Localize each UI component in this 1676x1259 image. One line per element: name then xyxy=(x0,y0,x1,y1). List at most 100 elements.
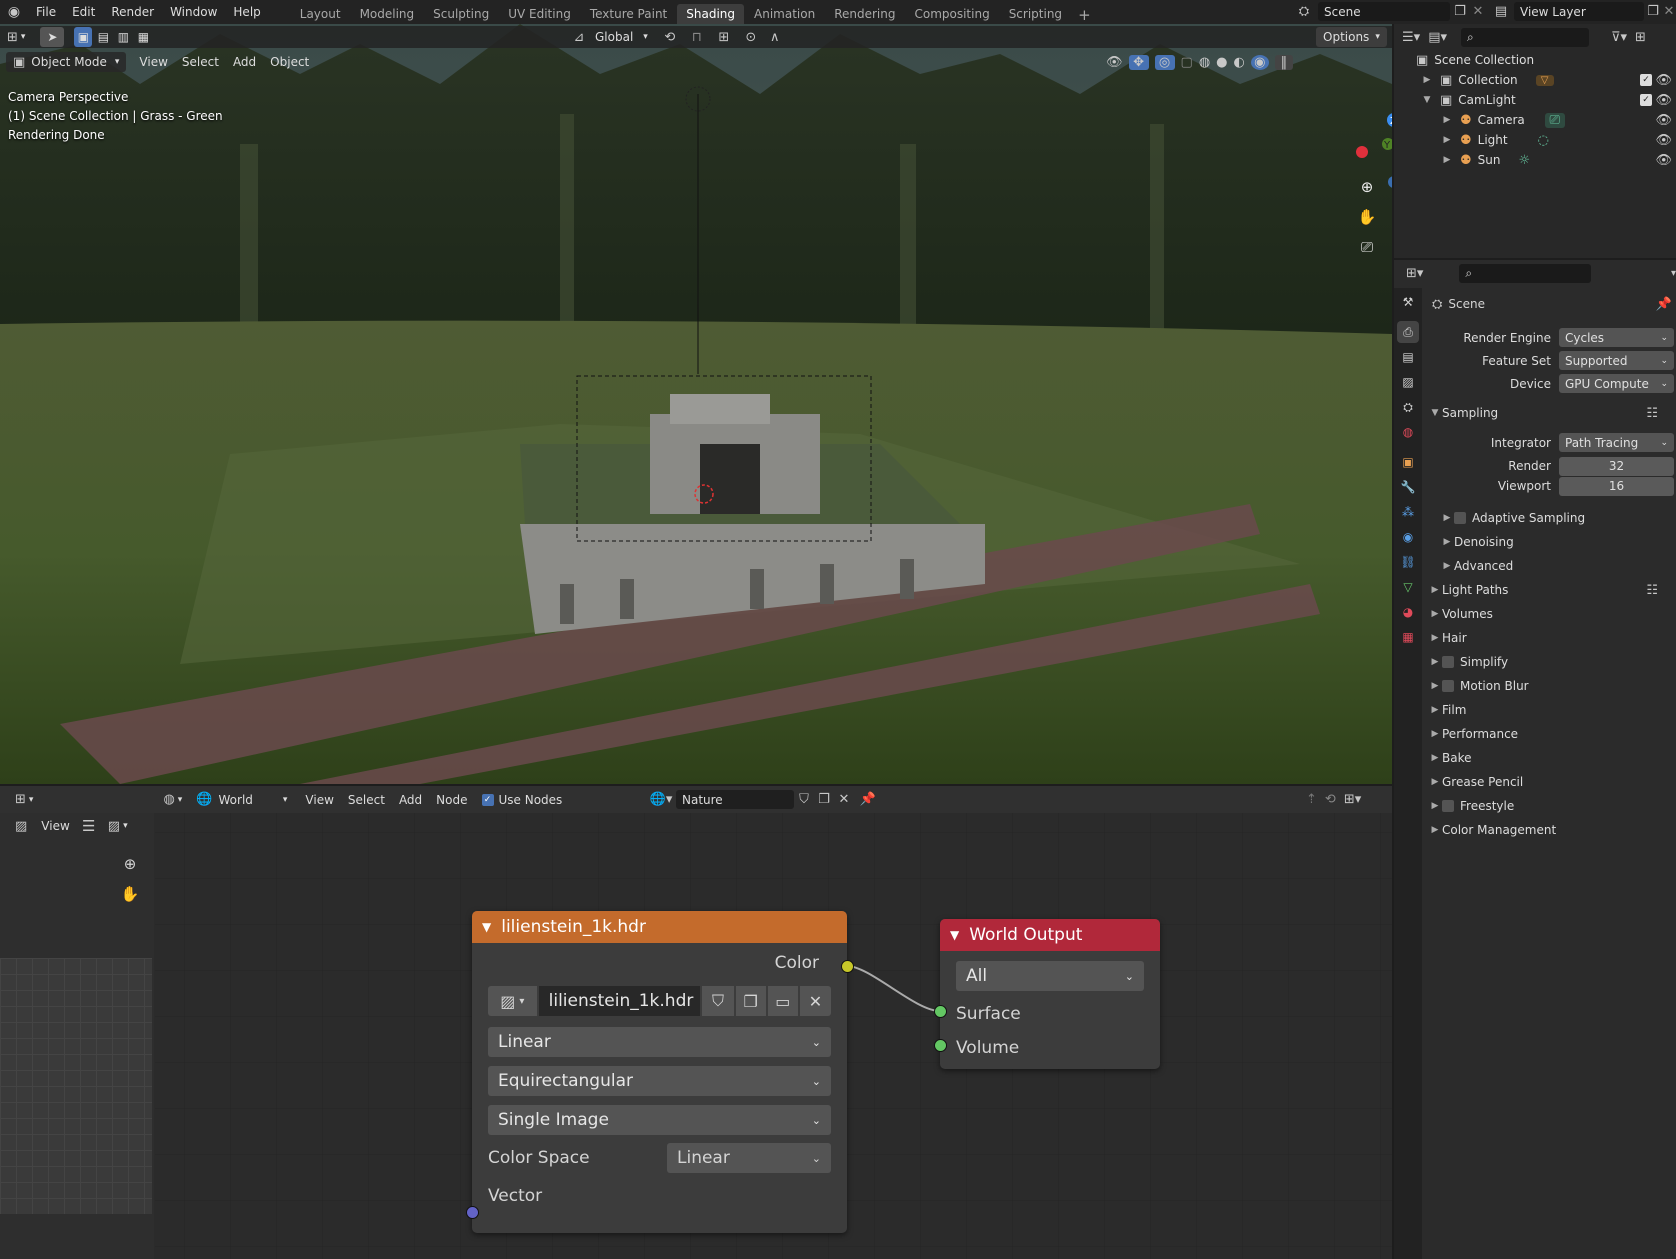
outliner-item-camera[interactable]: ▶ ⚉ Camera ⎚ 👁 xyxy=(1394,110,1676,130)
filter-icon[interactable]: ⊽▾ xyxy=(1611,30,1627,45)
tab-scripting[interactable]: Scripting xyxy=(1000,4,1071,24)
fake-user-shield-icon[interactable]: ⛉ xyxy=(702,986,734,1016)
world-name-field[interactable]: Nature xyxy=(676,790,794,809)
freestyle-checkbox[interactable] xyxy=(1442,800,1454,812)
overlay-toggle-icon[interactable]: ◎ xyxy=(1154,54,1175,70)
film-panel[interactable]: ▶ Film xyxy=(1428,698,1676,722)
pin-icon[interactable]: 📌 xyxy=(1656,297,1672,312)
3d-viewport[interactable]: Camera Perspective (1) Scene Collection … xyxy=(0,24,1392,784)
expand-arrow-icon[interactable]: ▶ xyxy=(1440,155,1454,165)
select-extend-icon[interactable]: ▤ xyxy=(94,27,112,47)
display-mode-icon[interactable]: ▤▾ xyxy=(1428,30,1447,45)
adaptive-sampling-checkbox[interactable] xyxy=(1454,512,1466,524)
select-invert-icon[interactable]: ▦ xyxy=(134,27,152,47)
presets-list-icon[interactable]: ☷ xyxy=(1646,406,1658,421)
pause-render-icon[interactable]: ‖ xyxy=(1274,54,1293,70)
motion-blur-panel[interactable]: ▶ Motion Blur xyxy=(1428,674,1676,698)
snap-node-icon[interactable]: ⟲ xyxy=(1325,792,1336,807)
modifier-tab-icon[interactable]: 🔧 xyxy=(1397,476,1419,498)
outliner-item-collection[interactable]: ▶ ▣ Collection ▽ ✓ 👁 xyxy=(1394,70,1676,90)
material-shading-icon[interactable]: ◐ xyxy=(1234,55,1245,70)
material-tab-icon[interactable]: ◕ xyxy=(1397,601,1419,623)
pin-icon[interactable]: 📌 xyxy=(854,792,882,807)
surface-input-socket[interactable] xyxy=(934,1005,947,1018)
fake-user-icon[interactable]: ⛉ xyxy=(794,792,814,807)
sampling-panel-header[interactable]: ▼ Sampling ☷ xyxy=(1428,401,1676,425)
tab-texture-paint[interactable]: Texture Paint xyxy=(581,4,676,24)
tool-tab-icon[interactable]: ⚒ xyxy=(1397,291,1419,313)
object-mode-dropdown[interactable]: ▣ Object Mode ▾ xyxy=(6,52,127,72)
world-tab-icon[interactable]: ◍ xyxy=(1397,421,1419,443)
node-menu-select[interactable]: Select xyxy=(341,790,392,810)
shader-type-button[interactable]: ◍ ▾ xyxy=(156,790,189,810)
properties-search-input[interactable]: ⌕ xyxy=(1459,263,1591,283)
tab-sculpting[interactable]: Sculpting xyxy=(424,4,498,24)
output-node-header[interactable]: ▼ World Output xyxy=(940,919,1160,951)
physics-tab-icon[interactable]: ◉ xyxy=(1397,526,1419,548)
exclude-checkbox-icon[interactable]: ✓ xyxy=(1640,74,1652,86)
image-editor-type-button[interactable]: ▨ xyxy=(8,816,34,836)
viewport-menu-object[interactable]: Object xyxy=(263,52,316,72)
adaptive-sampling-panel[interactable]: ▶ Adaptive Sampling xyxy=(1428,506,1676,530)
outliner-item-camlight[interactable]: ▼ ▣ CamLight ✓ 👁 xyxy=(1394,90,1676,110)
close-view-layer-icon[interactable]: ✕ xyxy=(1662,4,1676,19)
color-output-socket[interactable] xyxy=(841,960,854,973)
hair-panel[interactable]: ▶ Hair xyxy=(1428,626,1676,650)
scene-tab-icon[interactable]: ⛭ xyxy=(1397,396,1419,418)
unlink-image-icon[interactable]: ✕ xyxy=(799,986,831,1016)
solid-shading-icon[interactable]: ● xyxy=(1216,55,1227,70)
orientation-dropdown[interactable]: Global ▾ xyxy=(588,27,655,47)
node-menu-view[interactable]: View xyxy=(298,790,340,810)
particles-tab-icon[interactable]: ⁂ xyxy=(1397,501,1419,523)
outliner-item-sun[interactable]: ▶ ⚉ Sun ☼ 👁 xyxy=(1394,150,1676,170)
visibility-icon[interactable]: 👁 xyxy=(1106,55,1123,70)
scene-field[interactable]: Scene xyxy=(1318,2,1450,21)
snap-icon[interactable]: ⊓ xyxy=(685,30,709,45)
viewport-menu-add[interactable]: Add xyxy=(226,52,263,72)
wireframe-shading-icon[interactable]: ◍ xyxy=(1199,55,1210,70)
image-browse-button[interactable]: ▨ ▾ xyxy=(101,816,135,836)
eye-icon[interactable]: 👁 xyxy=(1655,133,1672,148)
select-tool-button[interactable]: ➤ xyxy=(40,27,65,47)
blender-logo-icon[interactable]: ◉ xyxy=(0,4,28,20)
open-folder-icon[interactable]: ▭ xyxy=(767,986,798,1016)
image-preview-area[interactable] xyxy=(0,958,152,1214)
projection-dropdown[interactable]: Equirectangular ⌄ xyxy=(488,1066,831,1096)
device-dropdown[interactable]: GPU Compute ⌄ xyxy=(1559,374,1674,393)
view-layer-icon[interactable]: ▤ xyxy=(1488,4,1514,19)
color-space-dropdown[interactable]: Linear ⌄ xyxy=(667,1143,831,1173)
menu-window[interactable]: Window xyxy=(162,5,225,19)
world-output-node[interactable]: ▼ World Output All ⌄ Surface Volume xyxy=(940,919,1160,1069)
vector-input-socket[interactable] xyxy=(466,1206,479,1219)
eye-icon[interactable]: 👁 xyxy=(1655,73,1672,88)
collapse-arrow-icon[interactable]: ▼ xyxy=(950,928,959,942)
menu-help[interactable]: Help xyxy=(225,5,268,19)
snap-target-icon[interactable]: ⊞ xyxy=(709,30,739,45)
tab-modeling[interactable]: Modeling xyxy=(351,4,424,24)
environment-texture-node[interactable]: ▼ lilienstein_1k.hdr Color ▨ ▾ lilienstein… xyxy=(472,911,847,1233)
new-collection-icon[interactable]: ⊞ xyxy=(1635,30,1646,45)
image-view-menu[interactable]: View xyxy=(34,816,76,836)
expand-arrow-icon[interactable]: ▶ xyxy=(1420,75,1434,85)
bake-panel[interactable]: ▶ Bake xyxy=(1428,746,1676,770)
add-workspace-button[interactable]: + xyxy=(1072,6,1097,24)
motion-blur-checkbox[interactable] xyxy=(1442,680,1454,692)
shader-node-editor[interactable]: ▨ View ☰ ▨ ▾ ⊕ ✋ ▼ lilienstein_1k.hdr Colo… xyxy=(0,786,1392,1259)
eye-icon[interactable]: 👁 xyxy=(1655,113,1672,128)
outliner-scene-collection[interactable]: ▣ Scene Collection xyxy=(1394,50,1676,70)
env-node-header[interactable]: ▼ lilienstein_1k.hdr xyxy=(472,911,847,943)
eye-icon[interactable]: 👁 xyxy=(1655,153,1672,168)
duplicate-world-icon[interactable]: ❐ xyxy=(814,792,834,807)
tab-animation[interactable]: Animation xyxy=(745,4,824,24)
expand-arrow-icon[interactable]: ▶ xyxy=(1440,135,1454,145)
select-new-icon[interactable]: ▣ xyxy=(74,27,93,47)
gizmo-toggle-icon[interactable]: ✥ xyxy=(1128,54,1149,70)
tab-rendering[interactable]: Rendering xyxy=(825,4,904,24)
expand-arrow-icon[interactable]: ▶ xyxy=(1440,115,1454,125)
presets-list-icon[interactable]: ☷ xyxy=(1646,583,1658,598)
image-name-field[interactable]: lilienstein_1k.hdr xyxy=(538,986,701,1016)
zoom-icon[interactable]: ⊕ xyxy=(1355,172,1379,202)
proportional-edit-icon[interactable]: ⊙ xyxy=(739,30,763,45)
viewport-samples-field[interactable]: 16 xyxy=(1559,476,1674,496)
render-engine-dropdown[interactable]: Cycles ⌄ xyxy=(1559,328,1674,347)
